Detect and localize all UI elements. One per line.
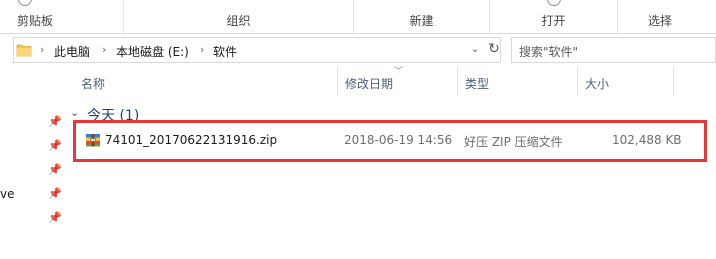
- breadcrumb-separator: ›: [102, 43, 107, 56]
- address-row: › 此电脑 › 本地磁盘 (E:) › 软件 ⌄ ↻ 搜索"软件": [0, 34, 716, 66]
- ribbon-group-clipboard: 剪贴板: [0, 0, 124, 34]
- column-header-label: 名称: [81, 77, 106, 91]
- column-header-name[interactable]: 名称: [74, 66, 338, 96]
- pin-icon[interactable]: 📌: [48, 139, 62, 152]
- properties-icon[interactable]: [547, 0, 561, 6]
- address-bar[interactable]: › 此电脑 › 本地磁盘 (E:) › 软件 ⌄ ↻: [13, 37, 501, 63]
- ribbon-group-label: 剪贴板: [17, 14, 54, 28]
- navigation-pane: 📌 📌 📌 ve 📌 📌: [0, 66, 66, 259]
- column-header-label: 修改日期: [345, 77, 394, 91]
- ribbon: 剪贴板 组织 新建 打开 选择: [0, 0, 716, 34]
- pin-icon[interactable]: 📌: [48, 211, 62, 224]
- column-header-size[interactable]: 大小: [578, 66, 674, 96]
- chevron-down-icon[interactable]: ⌄: [468, 42, 482, 58]
- ribbon-group-label: 选择: [648, 14, 673, 28]
- ribbon-group-label: 新建: [409, 14, 434, 28]
- pin-icon[interactable]: 📌: [48, 187, 62, 200]
- pin-icon[interactable]: 📌: [48, 163, 62, 176]
- ribbon-group-select: 选择: [618, 0, 716, 34]
- column-header-label: 类型: [465, 77, 490, 91]
- highlight-box: [73, 120, 707, 162]
- refresh-icon[interactable]: ↻: [486, 41, 502, 59]
- column-header-label: 大小: [585, 77, 610, 91]
- nav-item-label[interactable]: ve: [0, 187, 14, 201]
- breadcrumb-separator: ›: [40, 43, 45, 56]
- breadcrumb-this-pc[interactable]: 此电脑: [54, 43, 90, 60]
- cut-icon[interactable]: [18, 0, 32, 6]
- breadcrumb-local-disk[interactable]: 本地磁盘 (E:): [116, 43, 189, 60]
- ribbon-group-organize: 组织: [124, 0, 354, 34]
- column-header-type[interactable]: 类型: [458, 66, 578, 96]
- chevron-down-icon[interactable]: ⌄: [70, 106, 79, 119]
- search-input[interactable]: 搜索"软件": [511, 37, 716, 63]
- ribbon-group-label: 打开: [541, 14, 566, 28]
- pin-icon[interactable]: 📌: [48, 115, 62, 128]
- column-headers: 名称 修改日期 ﹀ 类型 大小: [66, 66, 716, 96]
- ribbon-group-label: 组织: [226, 14, 251, 28]
- breadcrumb-software[interactable]: 软件: [213, 43, 237, 60]
- folder-icon: [16, 44, 32, 57]
- ribbon-group-open: 打开: [490, 0, 618, 34]
- ribbon-group-new: 新建: [354, 0, 490, 34]
- sort-caret-icon: ﹀: [394, 67, 404, 77]
- breadcrumb-separator: ›: [200, 43, 205, 56]
